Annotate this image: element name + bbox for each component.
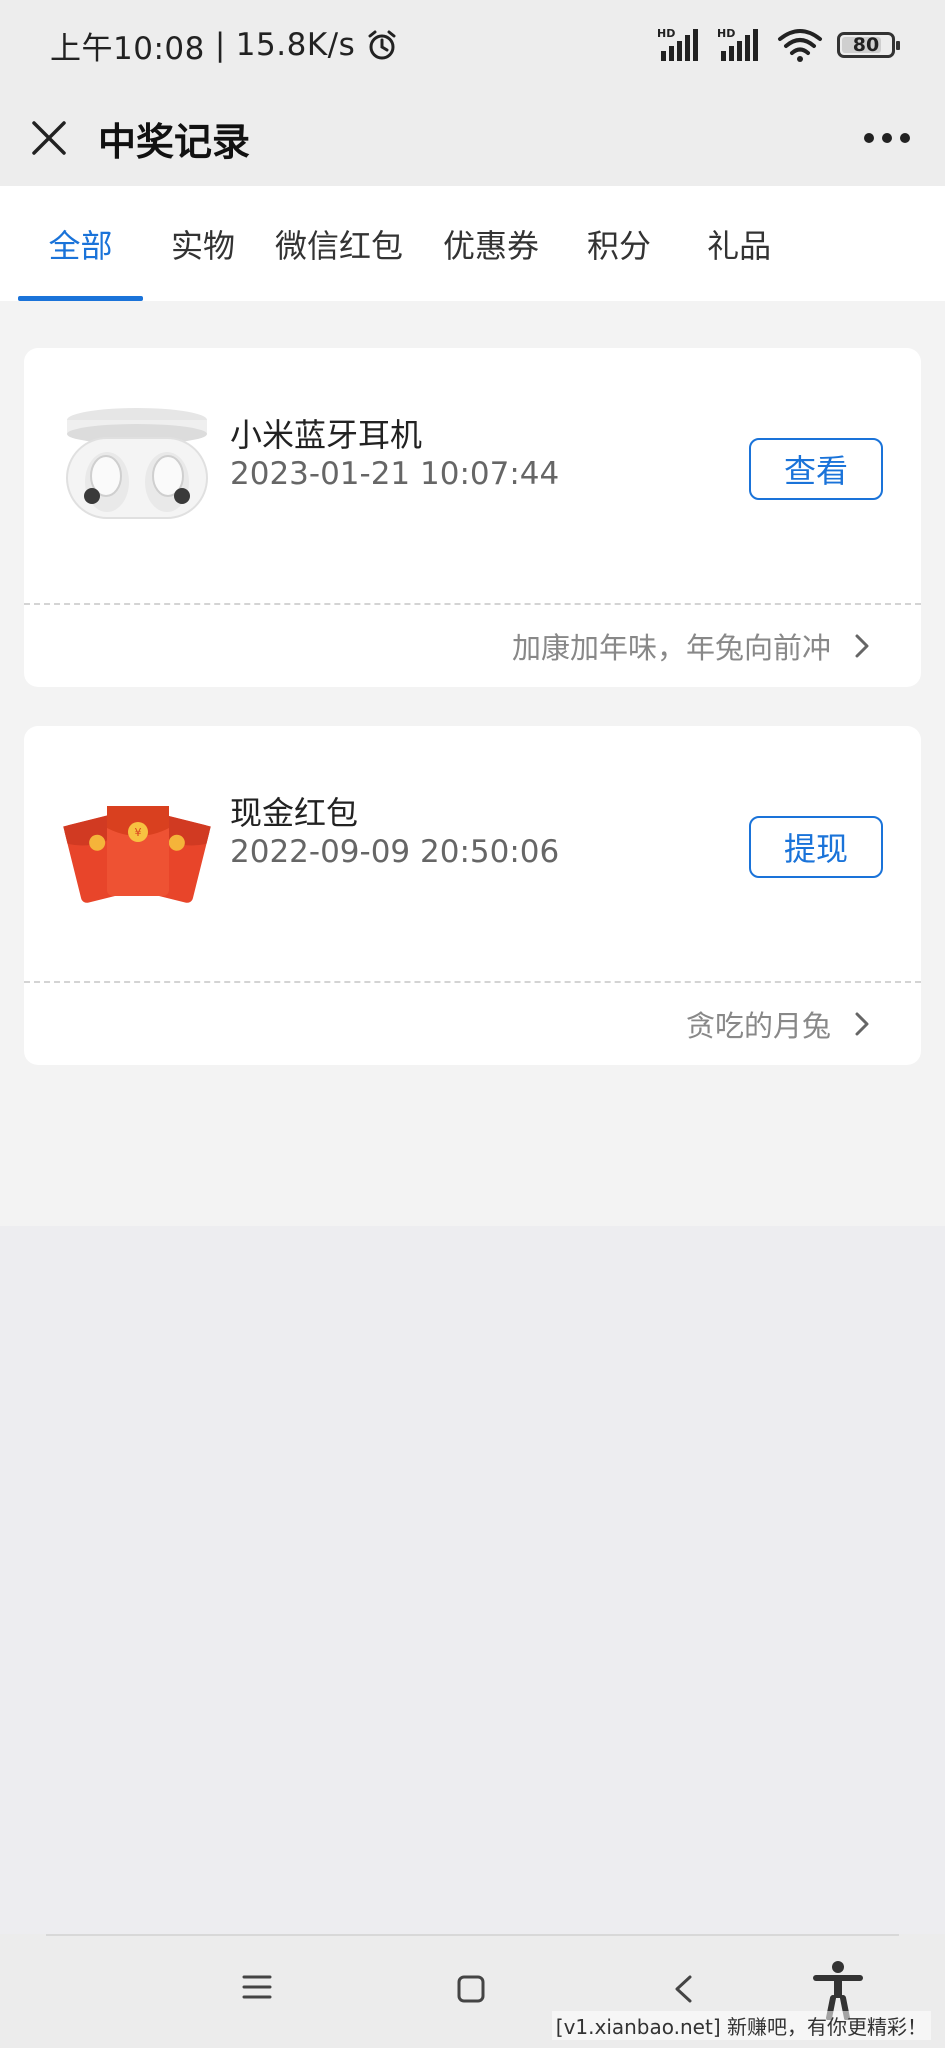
tab-coupon[interactable]: 优惠券 [423, 186, 559, 301]
activity-link[interactable]: 贪吃的月兔 [24, 983, 921, 1065]
home-nav-button[interactable] [456, 1974, 486, 2004]
watermark: [v1.xianbao.net] 新赚吧，有你更精彩！ [551, 2011, 931, 2040]
status-right: HD HD 80 [657, 27, 900, 63]
signal-icon-2: HD [717, 27, 763, 63]
record-main: ¥ 现金红包 2022-09-09 20:50:06 提现 [24, 726, 921, 981]
tab-wechat-red-packet[interactable]: 微信红包 [255, 186, 423, 301]
prize-name: 现金红包 [230, 794, 359, 832]
record-card: ¥ 现金红包 2022-09-09 20:50:06 提现 贪吃的月兔 [24, 726, 921, 1065]
hd-label-2: HD [717, 27, 736, 40]
net-speed: 15.8K/s [235, 27, 356, 63]
battery-level: 80 [852, 34, 880, 56]
page-title: 中奖记录 [98, 119, 251, 164]
menu-nav-button[interactable] [242, 1974, 272, 2000]
status-separator: | [214, 27, 226, 63]
nav-divider [46, 1934, 899, 1936]
battery-icon: 80 [837, 32, 900, 58]
withdraw-button[interactable]: 提现 [749, 816, 883, 878]
hd-label-1: HD [657, 27, 676, 40]
back-arrow-icon [675, 1975, 692, 2003]
earbuds-image [62, 400, 212, 550]
chevron-right-icon [855, 634, 869, 658]
tab-all[interactable]: 全部 [18, 186, 143, 301]
wifi-icon [778, 29, 822, 62]
activity-name: 加康加年味，年兔向前冲 [511, 631, 831, 665]
signal-icon-1: HD [657, 27, 703, 63]
close-button[interactable] [28, 117, 70, 159]
record-main: 小米蓝牙耳机 2023-01-21 10:07:44 查看 [24, 348, 921, 603]
menu-icon [242, 1975, 272, 1999]
tab-points[interactable]: 积分 [559, 186, 679, 301]
activity-name: 贪吃的月兔 [685, 1009, 831, 1043]
chevron-right-icon [855, 1012, 869, 1036]
system-nav-bar: [v1.xianbao.net] 新赚吧，有你更精彩！ [0, 1934, 945, 2048]
prize-time: 2022-09-09 20:50:06 [230, 834, 560, 870]
record-card: 小米蓝牙耳机 2023-01-21 10:07:44 查看 加康加年味，年兔向前… [24, 348, 921, 687]
activity-link[interactable]: 加康加年味，年兔向前冲 [24, 605, 921, 687]
status-bar: 上午10:08 | 15.8K/s HD HD 80 [0, 0, 945, 90]
back-nav-button[interactable] [672, 1974, 694, 2004]
records-list: 小米蓝牙耳机 2023-01-21 10:07:44 查看 加康加年味，年兔向前… [0, 301, 945, 1226]
tab-gift[interactable]: 礼品 [679, 186, 799, 301]
tab-physical[interactable]: 实物 [151, 186, 255, 301]
status-time: 上午10:08 [50, 30, 205, 67]
prize-time: 2023-01-21 10:07:44 [230, 456, 560, 492]
category-tabs: 全部 实物 微信红包 优惠券 积分 礼品 [0, 186, 945, 301]
alarm-icon [368, 30, 396, 60]
title-bar: 中奖记录 [0, 90, 945, 186]
red-envelope-image: ¥ [63, 806, 211, 903]
prize-name: 小米蓝牙耳机 [230, 416, 423, 454]
svg-text:¥: ¥ [135, 826, 142, 839]
home-square-icon [457, 1975, 485, 2003]
close-icon [32, 121, 66, 155]
more-dots-icon [864, 133, 910, 143]
status-left: 上午10:08 | 15.8K/s [50, 23, 399, 68]
view-button[interactable]: 查看 [749, 438, 883, 500]
more-button[interactable] [857, 118, 917, 158]
